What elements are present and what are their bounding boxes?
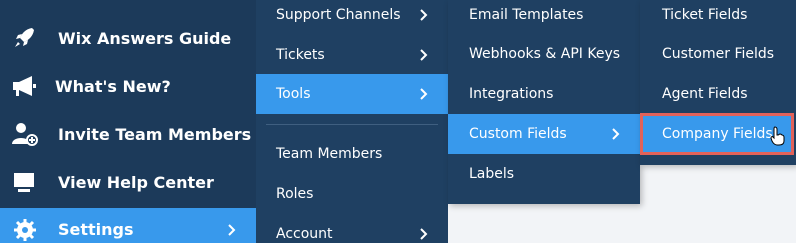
chevron-right-icon: [608, 126, 624, 142]
sidebar-item-settings[interactable]: Settings: [0, 208, 256, 243]
menu-item-label: Roles: [276, 186, 314, 202]
monitor-icon: [12, 170, 38, 194]
menu-item-agent-fields[interactable]: Agent Fields: [640, 74, 796, 114]
settings-submenu: Support Channels Tickets Tools Team Memb…: [256, 0, 448, 243]
menu-item-ticket-fields[interactable]: Ticket Fields: [640, 0, 796, 35]
menu-item-label: Ticket Fields: [662, 7, 748, 23]
menu-item-label: Email Templates: [469, 7, 584, 23]
sidebar-item-view-help-center[interactable]: View Help Center: [0, 162, 256, 202]
menu-item-integrations[interactable]: Integrations: [448, 74, 640, 114]
tools-submenu: Email Templates Webhooks & API Keys Inte…: [448, 0, 640, 204]
menu-item-label: Tickets: [276, 47, 325, 63]
menu-item-team-members[interactable]: Team Members: [256, 134, 448, 174]
add-user-icon: [12, 122, 38, 146]
sidebar-item-label: View Help Center: [58, 172, 214, 192]
chevron-right-icon: [416, 226, 432, 242]
menu-item-webhooks-api-keys[interactable]: Webhooks & API Keys: [448, 34, 640, 74]
menu-item-label: Tools: [276, 86, 311, 102]
chevron-right-icon: [416, 86, 432, 102]
sidebar-item-label: Invite Team Members: [58, 124, 252, 144]
hand-cursor-icon: [770, 126, 786, 146]
menu-item-tickets[interactable]: Tickets: [256, 35, 448, 75]
menu-item-account[interactable]: Account: [256, 214, 448, 243]
sidebar-item-wix-answers-guide[interactable]: Wix Answers Guide: [0, 18, 256, 58]
menu-item-label: Integrations: [469, 86, 554, 102]
menu-item-tools[interactable]: Tools: [256, 74, 448, 114]
menu-item-label: Support Channels: [276, 7, 401, 23]
chevron-right-icon: [416, 47, 432, 63]
menu-item-label: Agent Fields: [662, 86, 748, 102]
sidebar-item-label: Settings: [58, 220, 134, 239]
menu-item-label: Customer Fields: [662, 46, 775, 62]
sidebar-item-invite-team-members[interactable]: Invite Team Members: [0, 114, 256, 154]
menu-item-support-channels[interactable]: Support Channels: [256, 0, 448, 35]
menu-item-email-templates[interactable]: Email Templates: [448, 0, 640, 35]
menu-item-label: Webhooks & API Keys: [469, 46, 621, 62]
sidebar-item-label: Wix Answers Guide: [58, 28, 232, 48]
sidebar-item-whats-new[interactable]: What's New?: [0, 66, 256, 106]
menu-divider: [266, 124, 438, 125]
chevron-right-icon: [416, 7, 432, 23]
megaphone-icon: [12, 74, 38, 98]
chevron-right-icon: [224, 222, 240, 238]
gear-icon: [12, 218, 38, 242]
sidebar-item-label: What's New?: [55, 76, 171, 96]
menu-item-labels[interactable]: Labels: [448, 154, 640, 194]
menu-item-label: Custom Fields: [469, 126, 567, 142]
sidebar: Wix Answers Guide What's New? Invite Tea…: [0, 0, 256, 243]
menu-item-label: Team Members: [276, 146, 383, 162]
rocket-icon: [12, 26, 38, 50]
menu-item-custom-fields[interactable]: Custom Fields: [448, 114, 640, 154]
menu-item-customer-fields[interactable]: Customer Fields: [640, 34, 796, 74]
menu-item-roles[interactable]: Roles: [256, 174, 448, 214]
menu-item-label: Company Fields: [662, 126, 773, 142]
menu-item-label: Account: [276, 226, 333, 242]
menu-item-label: Labels: [469, 166, 515, 182]
